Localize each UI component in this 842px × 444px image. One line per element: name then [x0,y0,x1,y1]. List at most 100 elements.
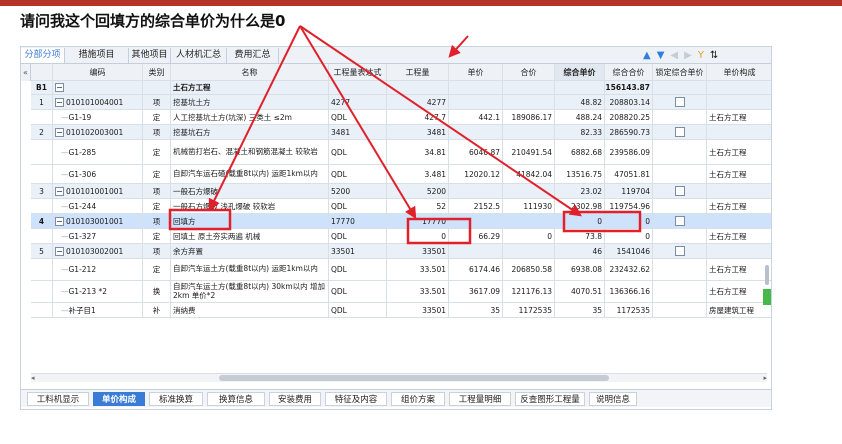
header-comp[interactable]: 单价构成 [707,64,771,81]
cell-lock[interactable] [653,110,707,125]
cell-name[interactable]: 消纳费 [171,303,329,318]
vertical-scroll-thumb[interactable] [765,265,769,285]
collapse-panel-handle[interactable]: « [21,64,31,81]
detail-tab-9[interactable]: 说明信息 [589,392,637,406]
cell-expr[interactable]: 33501 [329,244,387,259]
collapse-icon[interactable]: − [55,216,64,226]
detail-tab-0[interactable]: 工料机显示 [27,392,89,406]
table-row[interactable]: — G1-327 定回填土 原土夯实两遍 机械 QDL 0 66.29 0 73.8 0 土石方… [21,229,771,244]
cell-lock[interactable] [653,214,707,229]
cell-name[interactable]: 自卸汽车运石碴(载重8t以内) 运距1km以内 [171,165,329,184]
detail-tab-8[interactable]: 反查图形工程量 [515,392,585,406]
filter-icon[interactable]: Y [698,50,704,61]
cell-qty[interactable]: 17770 [387,214,449,229]
arrow-up-icon[interactable]: ▲ [643,50,651,61]
collapse-icon[interactable]: − [55,246,64,256]
cell-lock[interactable] [653,229,707,244]
header-name[interactable]: 名称 [171,64,329,81]
tab-2[interactable]: 其他项目 [129,48,171,63]
lock-checkbox[interactable] [674,246,685,256]
cell-code[interactable]: −010101004001 [53,95,143,110]
cell-code[interactable]: −010103002001 [53,244,143,259]
table-row[interactable]: — G1-285 定机械凿打岩石、混凝土和钢筋混凝土 较软岩 QDL 34.81 604… [21,140,771,165]
cell-code[interactable]: — G1-213 *2 [53,281,143,303]
cell-expr[interactable]: QDL [329,259,387,281]
cell-code[interactable]: — G1-19 [53,110,143,125]
table-row[interactable]: — G1-19 定人工挖基坑土方(坑深) 三类土 ≤2m QDL 427.7 442.1… [21,110,771,125]
cell-qty[interactable]: 427.7 [387,110,449,125]
tab-1[interactable]: 措施项目 [65,48,129,63]
cell-name[interactable]: 挖基坑石方 [171,125,329,140]
cell-qty[interactable]: 34.81 [387,140,449,165]
cell-code[interactable]: −010102003001 [53,125,143,140]
cell-qty[interactable]: 0 [387,229,449,244]
cell-qty[interactable]: 33.501 [387,259,449,281]
table-row[interactable]: — 补子目1 补消纳费 QDL 33501 35 1172535 35 1172535 房屋建筑… [21,303,771,318]
vertical-scrollbar[interactable] [763,261,771,305]
cell-code[interactable]: — G1-244 [53,199,143,214]
cell-name[interactable]: 自卸汽车运土方(载重8t以内) 运距1km以内 [171,259,329,281]
cell-lock[interactable] [653,303,707,318]
header-unit[interactable]: 综合单价 [555,64,605,81]
header-total[interactable]: 合价 [503,64,555,81]
cell-lock[interactable] [653,125,707,140]
table-row[interactable]: 4−010103001001 项回填方 17770 17770 0 0 [21,214,771,229]
cell-lock[interactable] [653,244,707,259]
cell-name[interactable]: 一般石方爆破 [171,184,329,199]
cell-qty[interactable]: 33501 [387,303,449,318]
cell-code[interactable]: −010103001001 [53,214,143,229]
cell-code[interactable]: — G1-285 [53,140,143,165]
cell-code[interactable]: — G1-327 [53,229,143,244]
lock-checkbox[interactable] [674,216,685,226]
detail-tab-6[interactable]: 组价方案 [391,392,445,406]
cell-name[interactable]: 挖基坑土方 [171,95,329,110]
cell-name[interactable]: 一般石方爆破 浅孔爆破 较软岩 [171,199,329,214]
cell-expr[interactable]: QDL [329,199,387,214]
detail-tab-2[interactable]: 标准换算 [149,392,203,406]
cell-expr[interactable]: QDL [329,303,387,318]
table-row[interactable]: B1− 土石方工程 2156143.87 [21,81,771,95]
cell-name[interactable]: 余方弃置 [171,244,329,259]
cell-qty[interactable]: 3481 [387,125,449,140]
cell-name[interactable]: 机械凿打岩石、混凝土和钢筋混凝土 较软岩 [171,140,329,165]
cell-expr[interactable] [329,81,387,95]
collapse-icon[interactable]: − [55,83,64,92]
cell-lock[interactable] [653,184,707,199]
cell-expr[interactable]: 5200 [329,184,387,199]
header-lock[interactable]: 锁定综合单价 [653,64,707,81]
table-row[interactable]: — G1-213 *2 换自卸汽车运土方(载重8t以内) 30km以内 增加2km… [21,281,771,303]
cell-code[interactable]: −010101001001 [53,184,143,199]
cell-code[interactable]: − [53,81,143,95]
table-row[interactable]: 5−010103002001 项余方弃置 33501 33501 46 1541046 [21,244,771,259]
table-row[interactable]: — G1-306 定自卸汽车运石碴(载重8t以内) 运距1km以内 QDL 3.481… [21,165,771,184]
cell-name[interactable]: 回填方 [171,214,329,229]
tab-0[interactable]: 分部分项 [21,48,65,63]
cell-expr[interactable]: 3481 [329,125,387,140]
cell-lock[interactable] [653,259,707,281]
cell-lock[interactable] [653,165,707,184]
cell-name[interactable]: 回填土 原土夯实两遍 机械 [171,229,329,244]
header-unit_total[interactable]: 综合合价 [605,64,653,81]
cell-expr[interactable]: QDL [329,229,387,244]
cell-expr[interactable]: QDL [329,110,387,125]
detail-tab-7[interactable]: 工程量明细 [449,392,511,406]
lock-checkbox[interactable] [674,186,685,196]
header-expr[interactable]: 工程量表达式 [329,64,387,81]
cell-qty[interactable]: 3.481 [387,165,449,184]
cell-expr[interactable]: QDL [329,140,387,165]
sort-icon[interactable]: ⇅ [710,50,718,61]
tab-4[interactable]: 费用汇总 [227,48,279,63]
collapse-icon[interactable]: − [55,97,64,107]
lock-checkbox[interactable] [674,127,685,137]
arrow-down-icon[interactable]: ▼ [657,50,665,61]
header-code[interactable]: 编码 [53,64,143,81]
table-row[interactable]: 1−010101004001 项挖基坑土方 4277 4277 48.82 208803.… [21,95,771,110]
table-row[interactable]: — G1-212 定自卸汽车运土方(载重8t以内) 运距1km以内 QDL 33.50… [21,259,771,281]
cell-qty[interactable] [387,81,449,95]
detail-tab-4[interactable]: 安装费用 [269,392,321,406]
header-type[interactable]: 类别 [143,64,171,81]
collapse-icon[interactable]: − [55,127,64,137]
cell-lock[interactable] [653,81,707,95]
cell-lock[interactable] [653,140,707,165]
horizontal-scroll-thumb[interactable] [219,375,609,381]
